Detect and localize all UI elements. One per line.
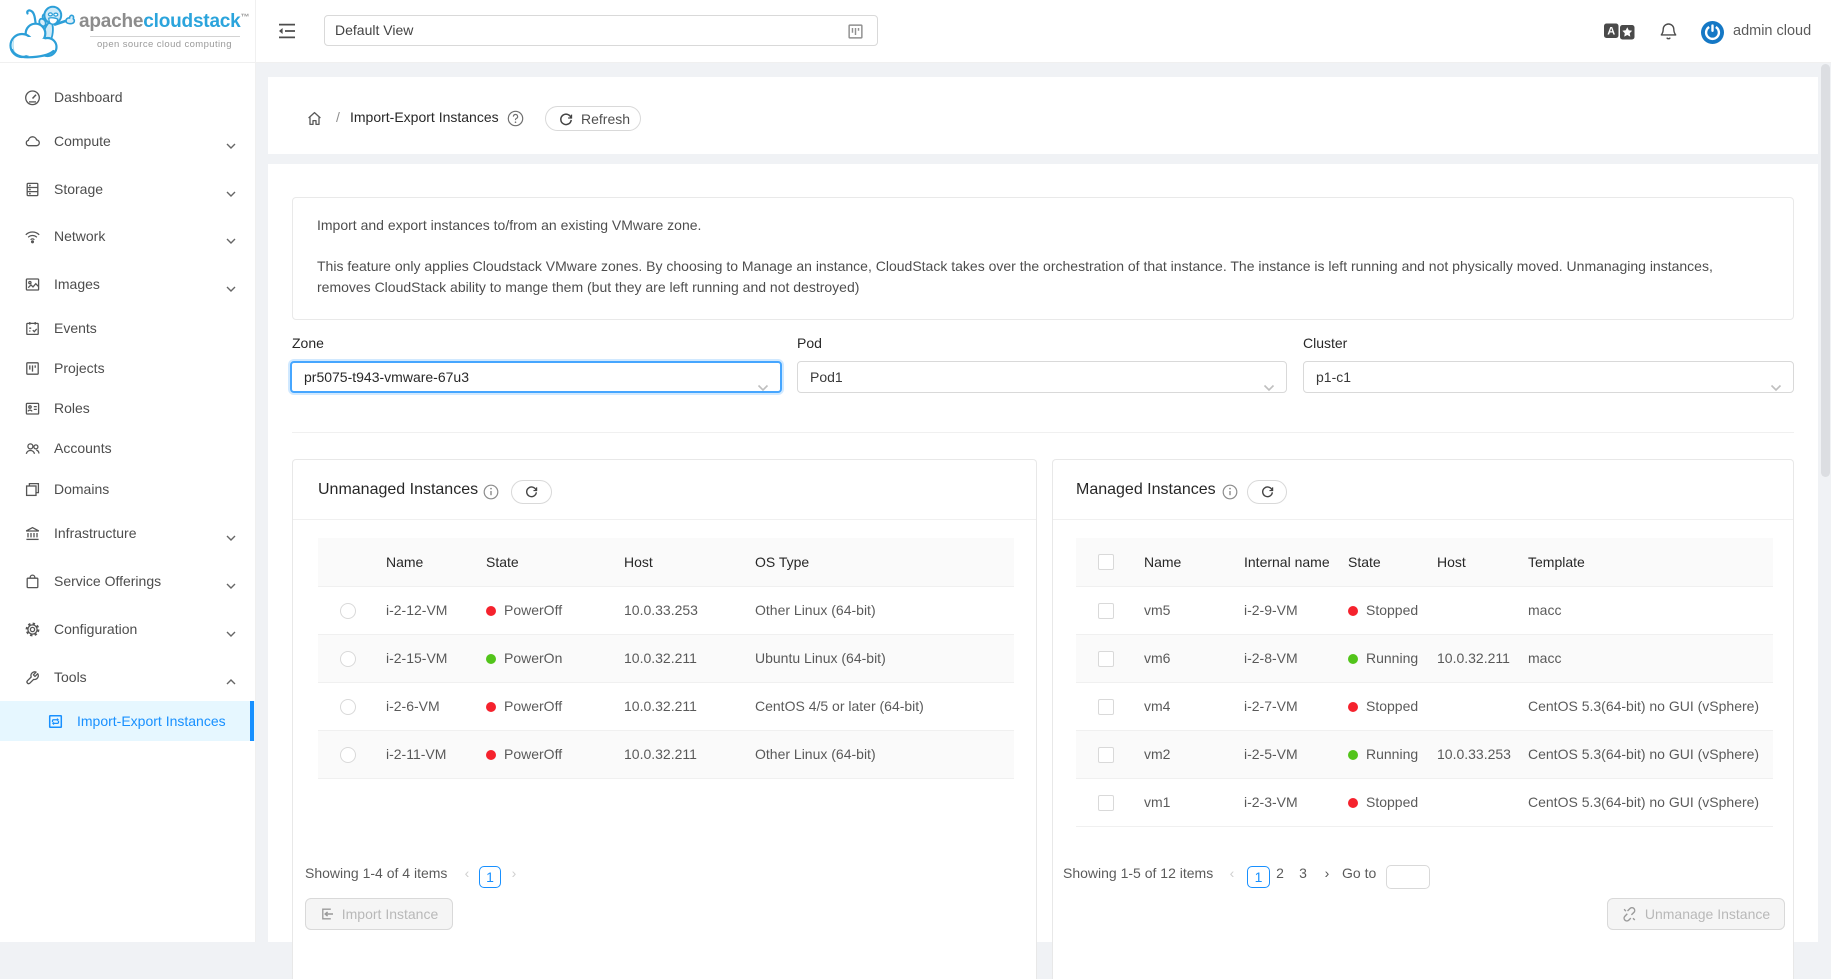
svg-text:A: A [1607, 26, 1615, 38]
